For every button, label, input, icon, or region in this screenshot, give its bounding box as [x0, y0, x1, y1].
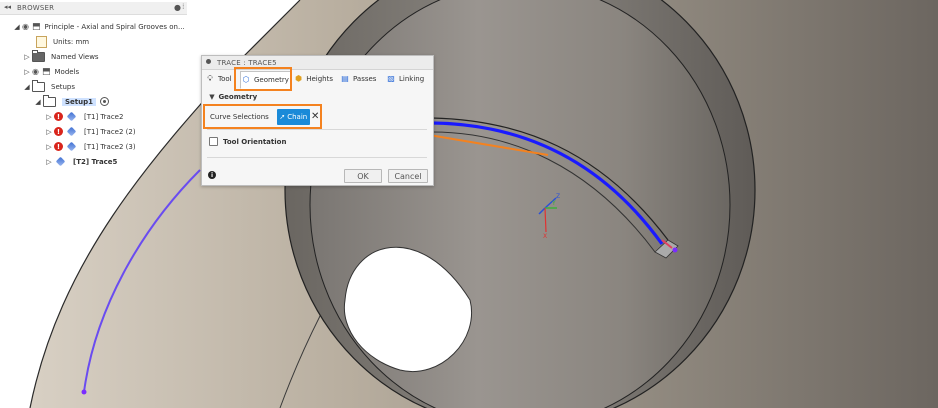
- geometry-section-title: Geometry: [218, 93, 258, 101]
- tool-orientation-label: Tool Orientation: [223, 137, 287, 146]
- dialog-title: TRACE : TRACE5: [217, 59, 277, 67]
- dialog-menu-icon[interactable]: [206, 59, 211, 64]
- folder-open-icon: [43, 94, 56, 107]
- tree-models-row[interactable]: ▷ ◉ ⬒ Models: [22, 65, 79, 78]
- operation-label: [T1] Trace2: [84, 112, 124, 121]
- geometry-section-header[interactable]: ▼ Geometry: [208, 93, 257, 101]
- tree-document-row[interactable]: ◢ ◉ ⬒ Principle - Axial and Spiral Groov…: [12, 20, 185, 33]
- trace-operation-icon: [66, 126, 77, 137]
- toolpath-start-point: [81, 389, 87, 395]
- triad-y-label: Y: [551, 200, 556, 207]
- curve-selections-row: Curve Selections ➚ Chain ✕: [205, 107, 322, 127]
- browser-panel: ◂◂ BROWSER ● ⁞ ◢ ◉ ⬒ Principle - Axial a…: [0, 0, 187, 172]
- eye-icon[interactable]: ◉: [32, 67, 39, 76]
- divider: [207, 157, 427, 158]
- collapse-down-icon[interactable]: ▼: [208, 93, 216, 101]
- tab-geometry[interactable]: ⬡ Geometry: [240, 71, 291, 89]
- info-icon[interactable]: i: [208, 171, 216, 179]
- tab-tool[interactable]: 💡︎ Tool: [205, 71, 235, 87]
- tool-orientation-row[interactable]: Tool Orientation: [209, 137, 286, 146]
- error-icon: !: [54, 142, 63, 151]
- expand-down-icon[interactable]: ◢: [33, 98, 43, 106]
- browser-header: ◂◂ BROWSER ● ⁞: [0, 2, 187, 15]
- tab-passes-label: Passes: [353, 75, 377, 83]
- trace-operation-icon: [55, 156, 66, 167]
- geometry-icon: ⬡: [242, 75, 250, 84]
- tree-named-views-row[interactable]: ▷ Named Views: [22, 49, 99, 63]
- operation-label: [T1] Trace2 (3): [84, 142, 136, 151]
- triad-x-label: X: [543, 233, 547, 240]
- document-name: Principle - Axial and Spiral Grooves on.…: [44, 22, 185, 31]
- dialog-title-bar[interactable]: TRACE : TRACE5: [202, 56, 433, 70]
- tab-heights-label: Heights: [306, 75, 333, 83]
- passes-icon: ▤: [341, 74, 349, 83]
- triad-z-label: Z: [556, 193, 560, 200]
- operation-label: [T2] Trace5: [73, 157, 118, 166]
- tree-setups-row[interactable]: ◢ Setups: [22, 79, 76, 93]
- tab-linking[interactable]: ▧ Linking: [386, 71, 430, 87]
- trace-dialog: TRACE : TRACE5 💡︎ Tool ⬡ Geometry ⬢ Heig…: [201, 55, 434, 186]
- error-icon: !: [54, 112, 63, 121]
- expand-right-icon[interactable]: ▷: [44, 128, 54, 136]
- expand-right-icon[interactable]: ▷: [44, 113, 54, 121]
- browser-title: BROWSER: [17, 4, 55, 12]
- expand-right-icon[interactable]: ▷: [44, 158, 54, 166]
- tree-setup1-row[interactable]: ◢ Setup1: [33, 94, 109, 108]
- trace-operation-icon: [66, 141, 77, 152]
- trace-operation-icon: [66, 111, 77, 122]
- setup1-label: Setup1: [62, 97, 96, 106]
- cursor-icon: ➚: [279, 113, 286, 121]
- clear-selection-icon[interactable]: ✕: [311, 111, 319, 122]
- chain-label: Chain: [287, 113, 308, 121]
- setups-label: Setups: [51, 82, 76, 91]
- tab-linking-label: Linking: [399, 75, 425, 83]
- more-icon[interactable]: ⁞: [182, 2, 185, 11]
- tab-heights[interactable]: ⬢ Heights: [294, 71, 333, 87]
- dialog-tabs: 💡︎ Tool ⬡ Geometry ⬢ Heights ▤ Passes ▧ …: [202, 71, 433, 89]
- component-icon: ⬒: [31, 21, 41, 32]
- collapse-icon[interactable]: ◂◂: [4, 3, 11, 11]
- error-icon: !: [54, 127, 63, 136]
- curve-selections-label: Curve Selections: [210, 113, 269, 121]
- tree-operation-row[interactable]: ▷ ! [T1] Trace2: [44, 110, 123, 123]
- divider: [207, 129, 427, 130]
- pin-icon[interactable]: ●: [174, 3, 181, 12]
- expand-right-icon[interactable]: ▷: [44, 143, 54, 151]
- tab-passes[interactable]: ▤ Passes: [340, 71, 381, 87]
- named-views-label: Named Views: [51, 52, 99, 61]
- heights-icon: ⬢: [295, 74, 303, 83]
- units-label: Units: mm: [53, 37, 90, 46]
- linking-icon: ▧: [387, 74, 395, 83]
- folder-open-icon: [32, 79, 45, 92]
- tree-operation-row[interactable]: ▷ ! [T1] Trace2 (3): [44, 140, 136, 153]
- operation-label: [T1] Trace2 (2): [84, 127, 136, 136]
- tab-geometry-label: Geometry: [254, 76, 289, 84]
- tree-operation-row[interactable]: ▷ [T2] Trace5: [44, 155, 117, 168]
- folder-icon: [32, 49, 45, 62]
- document-settings-icon: [36, 35, 47, 48]
- curve-end-point: [672, 247, 678, 253]
- cancel-button[interactable]: Cancel: [388, 169, 428, 183]
- tree-operation-row[interactable]: ▷ ! [T1] Trace2 (2): [44, 125, 136, 138]
- tool-orientation-checkbox[interactable]: [209, 137, 218, 146]
- tree-units-row[interactable]: Units: mm: [36, 35, 89, 48]
- expand-right-icon[interactable]: ▷: [22, 53, 32, 61]
- ok-button[interactable]: OK: [344, 169, 382, 183]
- chain-selection-button[interactable]: ➚ Chain: [276, 109, 310, 125]
- tab-tool-label: Tool: [218, 75, 232, 83]
- expand-down-icon[interactable]: ◢: [12, 23, 22, 31]
- eye-icon[interactable]: ◉: [22, 22, 29, 31]
- bulb-icon: 💡︎: [207, 74, 213, 83]
- expand-right-icon[interactable]: ▷: [22, 68, 32, 76]
- models-label: Models: [54, 67, 80, 76]
- expand-down-icon[interactable]: ◢: [22, 83, 32, 91]
- active-setup-icon[interactable]: [100, 97, 109, 106]
- component-icon: ⬒: [41, 66, 51, 77]
